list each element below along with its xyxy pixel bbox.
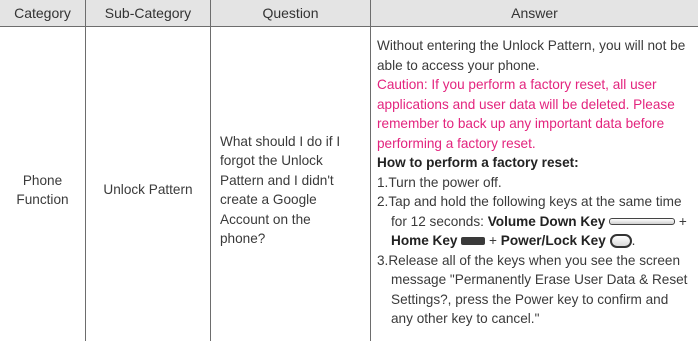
- question-text: What should I do if I forgot the Unlock …: [220, 133, 341, 247]
- plus-sign: +: [675, 213, 687, 229]
- home-key-icon: [461, 237, 486, 246]
- header-question: Question: [211, 0, 370, 27]
- volume-down-key-icon: [609, 218, 676, 226]
- period: .: [631, 233, 636, 248]
- volume-key-label: Volume Down Key: [487, 213, 606, 229]
- header-question-label: Question: [262, 5, 319, 21]
- answer-howto-heading: How to perform a factory reset:: [377, 155, 579, 170]
- category-line1: Phone: [22, 172, 63, 188]
- plus-sign: +: [485, 233, 501, 248]
- answer-intro: Without entering the Unlock Pattern, you…: [377, 38, 686, 73]
- question-cell: What should I do if I forgot the Unlock …: [211, 27, 370, 341]
- header-category: Category: [0, 0, 85, 27]
- header-sub-category-label: Sub-Category: [104, 5, 192, 21]
- power-key-label: Power/Lock Key: [500, 233, 606, 248]
- answer-step1: 1.Turn the power off.: [377, 174, 502, 190]
- header-answer-label: Answer: [511, 5, 558, 21]
- answer-step2: 2.Tap and hold the following keys at the…: [377, 192, 690, 251]
- sub-category-cell: Unlock Pattern: [86, 27, 210, 341]
- category-line2: Function: [16, 192, 69, 207]
- answer-caution: Caution: If you perform a factory reset,…: [377, 77, 675, 151]
- faq-table: Category Sub-Category Question Answer Ph…: [0, 0, 698, 341]
- header-sub-category: Sub-Category: [86, 0, 210, 27]
- category-cell: Phone Function: [0, 27, 85, 341]
- home-key-label: Home Key: [391, 233, 458, 248]
- header-answer: Answer: [371, 0, 698, 27]
- sub-category-text: Unlock Pattern: [103, 182, 193, 198]
- power-lock-key-icon: [609, 234, 632, 249]
- answer-cell: Without entering the Unlock Pattern, you…: [371, 36, 698, 329]
- header-category-label: Category: [14, 5, 71, 21]
- answer-step3: 3.Release all of the keys when you see t…: [377, 252, 688, 327]
